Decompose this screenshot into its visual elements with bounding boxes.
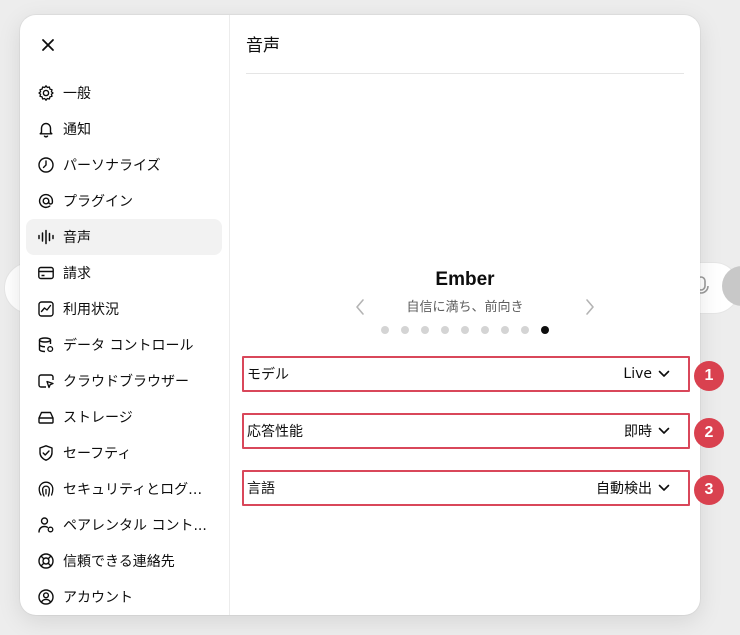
model-setting-row: モデル Live (242, 356, 690, 392)
sidebar-item-label: アカウント (63, 590, 133, 606)
response-setting-row: 応答性能 即時 (242, 413, 690, 449)
pagination-dot[interactable] (481, 326, 489, 334)
lifebuoy-icon (37, 552, 55, 570)
cloud-browser-icon (37, 372, 55, 390)
sidebar-item-label: 一般 (63, 86, 91, 102)
sidebar-item-cloud-browser[interactable]: クラウドブラウザー (26, 363, 222, 399)
language-setting-row: 言語 自動検出 (242, 470, 690, 506)
annotation-badge-2: 2 (694, 418, 724, 448)
sidebar-item-label: データ コントロール (63, 338, 194, 354)
pagination-dot[interactable] (401, 326, 409, 334)
at-icon (37, 192, 55, 210)
gear-icon (37, 84, 55, 102)
pagination-dot[interactable] (521, 326, 529, 334)
close-icon (42, 39, 54, 51)
sidebar-item-label: ストレージ (63, 410, 133, 426)
chevron-left-icon (356, 299, 364, 315)
voice-pagination (246, 326, 684, 334)
sidebar-item-label: プラグイン (63, 194, 133, 210)
close-button[interactable] (36, 33, 60, 57)
sidebar-item-notifications[interactable]: 通知 (26, 111, 222, 147)
voice-name: Ember (435, 269, 495, 290)
sidebar-item-storage[interactable]: ストレージ (26, 399, 222, 435)
voice-description: 自信に満ち、前向き (406, 300, 524, 315)
title-divider (246, 73, 684, 74)
account-icon (37, 588, 55, 606)
model-value: Live (623, 366, 652, 382)
waveform-icon (37, 228, 55, 246)
sidebar-item-general[interactable]: 一般 (26, 75, 222, 111)
personalize-icon (37, 156, 55, 174)
pagination-dot[interactable] (541, 326, 549, 334)
model-dropdown[interactable]: Live (623, 366, 670, 382)
sidebar-item-label: セーフティ (63, 446, 132, 462)
pagination-dot[interactable] (501, 326, 509, 334)
annotation-badge-3: 3 (694, 475, 724, 505)
chevron-down-icon (658, 368, 670, 380)
sidebar-item-account[interactable]: アカウント (26, 579, 222, 615)
response-value: 即時 (624, 424, 652, 440)
sidebar-item-safety[interactable]: セーフティ (26, 435, 222, 471)
sidebar-item-voice[interactable]: 音声 (26, 219, 222, 255)
sidebar-item-label: ペアレンタル コント... (63, 518, 207, 534)
pagination-dot[interactable] (441, 326, 449, 334)
sidebar-item-personalize[interactable]: パーソナライズ (26, 147, 222, 183)
shield-icon (37, 444, 55, 462)
response-dropdown[interactable]: 即時 (624, 421, 670, 441)
credit-card-icon (37, 264, 55, 282)
bell-icon (37, 120, 55, 138)
sidebar-item-trusted-contacts[interactable]: 信頼できる連絡先 (26, 543, 222, 579)
pagination-dot[interactable] (461, 326, 469, 334)
sidebar-item-label: セキュリティとログイ... (63, 482, 213, 498)
sidebar-item-label: パーソナライズ (63, 158, 161, 174)
database-icon (37, 336, 55, 354)
sidebar-item-plugins[interactable]: プラグイン (26, 183, 222, 219)
voice-settings-panel: 音声 Ember 自信に満ち、前向き モデル Live 応答性能 即時 言語 自… (242, 15, 690, 615)
sidebar-item-label: 請求 (63, 266, 91, 282)
sidebar-item-parental-controls[interactable]: ペアレンタル コント... (26, 507, 222, 543)
fingerprint-icon (37, 480, 55, 498)
sidebar-item-label: 信頼できる連絡先 (63, 554, 175, 570)
response-label: 応答性能 (247, 424, 303, 440)
settings-sidebar: 一般 通知 パーソナライズ プラグイン 音声 請求 利用状況 データ コントロー… (20, 15, 230, 615)
page-title: 音声 (246, 36, 280, 56)
sidebar-item-label: 利用状況 (63, 302, 119, 318)
chart-icon (37, 300, 55, 318)
pagination-dot[interactable] (421, 326, 429, 334)
parental-icon (37, 516, 55, 534)
chevron-down-icon (658, 482, 670, 494)
sidebar-item-label: クラウドブラウザー (63, 374, 189, 390)
chevron-right-icon (586, 299, 594, 315)
settings-modal: 一般 通知 パーソナライズ プラグイン 音声 請求 利用状況 データ コントロー… (20, 15, 700, 615)
language-dropdown[interactable]: 自動検出 (596, 478, 670, 498)
next-voice-button[interactable] (580, 295, 600, 319)
sidebar-item-label: 通知 (63, 122, 91, 138)
model-label: モデル (247, 367, 289, 383)
sidebar-item-usage[interactable]: 利用状況 (26, 291, 222, 327)
sidebar-item-billing[interactable]: 請求 (26, 255, 222, 291)
sidebar-item-label: 音声 (63, 230, 91, 246)
storage-icon (37, 408, 55, 426)
annotation-badge-1: 1 (694, 361, 724, 391)
previous-voice-button[interactable] (350, 295, 370, 319)
chevron-down-icon (658, 425, 670, 437)
sidebar-item-data-controls[interactable]: データ コントロール (26, 327, 222, 363)
pagination-dot[interactable] (381, 326, 389, 334)
language-label: 言語 (247, 481, 275, 497)
settings-nav: 一般 通知 パーソナライズ プラグイン 音声 請求 利用状況 データ コントロー… (26, 75, 222, 615)
sidebar-item-security[interactable]: セキュリティとログイ... (26, 471, 222, 507)
language-value: 自動検出 (596, 481, 652, 497)
